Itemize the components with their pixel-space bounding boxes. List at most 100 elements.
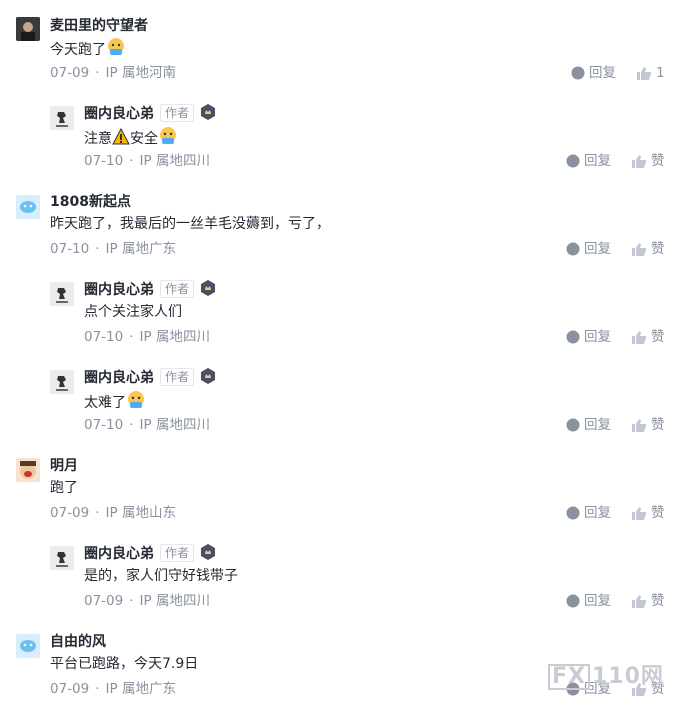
avatar-logo-icon [50,370,74,394]
comment-meta: 07-09 · IP 属地山东 [50,505,176,521]
reply-ip: IP 属地四川 [139,593,210,609]
reply-button[interactable]: 回复 [566,415,611,435]
site-watermark: FX 110网 [548,658,664,690]
reply-label: 回复 [584,153,611,169]
reply-label: 回复 [589,65,616,81]
thumbs-up-icon [632,155,647,168]
reply-ip: IP 属地四川 [139,153,210,169]
avatar-default-icon [16,634,40,658]
reply-button[interactable]: 回复 [566,239,611,259]
thumbs-up-icon [632,419,647,432]
like-button[interactable]: 赞 [631,503,665,523]
reply-label: 回复 [584,241,611,257]
watermark-box-text: FX [548,664,590,690]
avatar[interactable] [16,634,40,658]
comment-date: 07-10 [50,241,90,257]
like-button[interactable]: 赞 [631,327,665,347]
reply-meta: 07-10 · IP 属地四川 [84,417,210,433]
comment-text-content: 今天跑了 [50,42,106,58]
comment-author[interactable]: 明月 [50,456,78,476]
like-label: 赞 [651,153,665,169]
avatar-cartoon-icon [16,458,40,482]
comment-date: 07-09 [50,65,90,81]
comment-ip: IP 属地广东 [105,681,176,697]
avatar[interactable] [50,282,74,306]
avatar[interactable] [50,106,74,130]
comment-author[interactable]: 麦田里的守望者 [50,16,148,36]
reply-text: 点个关注家人们 [84,304,182,320]
comment-bubble-icon [566,506,580,520]
avatar[interactable] [16,17,40,41]
avatar-logo-icon [50,282,74,306]
comment-bubble-icon [566,594,580,608]
comment-bubble-icon [566,330,580,344]
comment-author[interactable]: 1808新起点 [50,192,131,212]
reply-button[interactable]: 回复 [566,327,611,347]
thumbs-up-icon [632,595,647,608]
author-name: 圈内良心弟 [84,370,154,386]
reply-meta: 07-09 · IP 属地四川 [84,593,210,609]
reply-ip: IP 属地四川 [139,417,210,433]
comment-bubble-icon [571,66,585,80]
author-tag: 作者 [160,104,195,122]
author-name: 圈内良心弟 [84,282,154,298]
reply-text: 是的，家人们守好钱带子 [84,568,238,584]
watermark-text: 110网 [592,664,664,689]
thumbs-up-icon [632,331,647,344]
avatar[interactable] [50,546,74,570]
thumbs-up-icon [632,243,647,256]
reply-author[interactable]: 圈内良心弟 作者 [84,280,216,302]
comment-ip: IP 属地山东 [105,505,176,521]
warning-icon [112,127,130,152]
avatar[interactable] [16,195,40,219]
crying-emoji-icon [106,37,126,63]
comment-date: 07-09 [50,681,90,697]
avatar-logo-icon [50,546,74,570]
reply-button[interactable]: 回复 [566,151,611,171]
author-name: 圈内良心弟 [84,106,154,122]
reply-ip: IP 属地四川 [139,329,210,345]
comment-bubble-icon [566,418,580,432]
reply-text-content: 太难了 [84,395,126,411]
reply-text-part2: 安全 [130,131,158,147]
comment-text: 昨天跑了，我最后的一丝羊毛没薅到，亏了， [50,216,330,232]
comment-author[interactable]: 自由的风 [50,632,106,652]
reply-text: 太难了 [84,390,146,416]
reply-date: 07-10 [84,329,124,345]
comment-bubble-icon [566,242,580,256]
like-label: 赞 [651,329,665,345]
like-label: 赞 [651,593,665,609]
reply-author[interactable]: 圈内良心弟 作者 [84,368,216,390]
reply-date: 07-10 [84,153,124,169]
like-button[interactable]: 赞 [631,591,665,611]
reply-text: 注意 安全 [84,126,178,152]
reply-date: 07-10 [84,417,124,433]
reply-text-part1: 注意 [84,131,112,147]
comment-bubble-icon [566,154,580,168]
crying-emoji-icon [126,390,146,416]
like-count: 1 [656,65,665,81]
avatar[interactable] [50,370,74,394]
reply-label: 回复 [584,593,611,609]
reply-button[interactable]: 回复 [571,63,616,83]
like-button[interactable]: 赞 [631,239,665,259]
reply-label: 回复 [584,417,611,433]
thumbs-up-icon [637,67,652,80]
thumbs-up-icon [632,507,647,520]
level-badge-icon [200,368,216,390]
like-button[interactable]: 1 [636,63,665,83]
author-name: 圈内良心弟 [84,546,154,562]
reply-author[interactable]: 圈内良心弟 作者 [84,544,216,566]
avatar[interactable] [16,458,40,482]
comment-meta: 07-10 · IP 属地广东 [50,241,176,257]
like-label: 赞 [651,417,665,433]
reply-label: 回复 [584,329,611,345]
like-button[interactable]: 赞 [631,151,665,171]
like-label: 赞 [651,505,665,521]
comment-ip: IP 属地河南 [105,65,176,81]
comment-date: 07-09 [50,505,90,521]
reply-button[interactable]: 回复 [566,591,611,611]
reply-button[interactable]: 回复 [566,503,611,523]
reply-author[interactable]: 圈内良心弟 作者 [84,104,216,126]
like-button[interactable]: 赞 [631,415,665,435]
